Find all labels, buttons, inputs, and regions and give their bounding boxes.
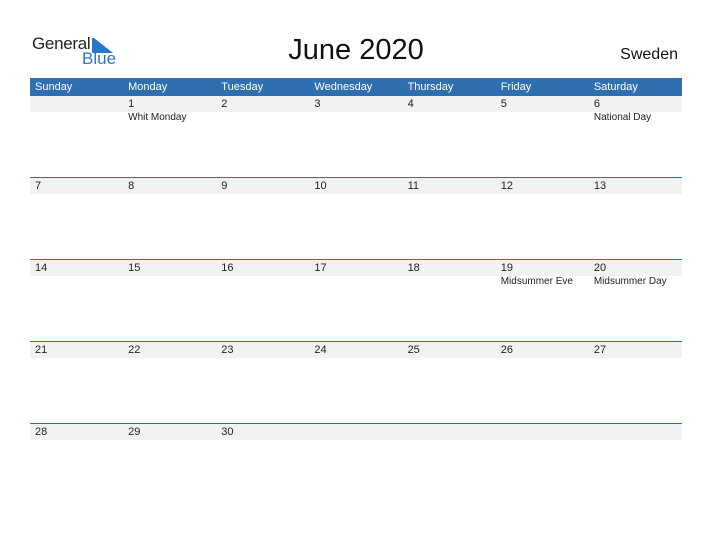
day-cell: 9: [216, 178, 309, 194]
day-cell: 8: [123, 178, 216, 194]
week-cells: 14 15 16 17 18 19 Midsummer Eve 20 Midsummer Day: [30, 260, 682, 287]
day-cell: 16: [216, 260, 309, 287]
day-number: 6: [593, 98, 600, 110]
weekday-saturday: Saturday: [593, 81, 638, 93]
day-number: 25: [407, 344, 420, 356]
day-cell: 1 Whit Monday: [123, 96, 216, 123]
week-row: 7 8 9 10 11 12 13: [30, 177, 682, 259]
day-cell: 7: [30, 178, 123, 194]
day-number: 18: [407, 262, 420, 274]
weekday-header: Sunday Monday Tuesday Wednesday Thursday…: [30, 78, 682, 96]
week-row: 21 22 23 24 25 26 27: [30, 341, 682, 423]
day-number: 23: [221, 344, 234, 356]
day-number: 2: [221, 98, 228, 110]
day-number: 1: [128, 98, 135, 110]
weekday-tuesday: Tuesday: [221, 81, 264, 93]
day-cell: 23: [216, 342, 309, 358]
day-number: 15: [128, 262, 141, 274]
day-number: 10: [314, 180, 327, 192]
day-cell: 17: [309, 260, 402, 287]
calendar-grid: Sunday Monday Tuesday Wednesday Thursday…: [30, 78, 682, 505]
day-cell: [403, 424, 496, 440]
weeks-container: 1 Whit Monday 2 3 4 5 6 National Day 7 8 9 10 11 12 13…: [30, 96, 682, 505]
day-number: 24: [314, 344, 327, 356]
day-cell: 11: [403, 178, 496, 194]
day-number: 13: [593, 180, 607, 192]
week-row: 1 Whit Monday 2 3 4 5 6 National Day: [30, 96, 682, 177]
day-number: 8: [128, 180, 135, 192]
day-cell: 2: [216, 96, 309, 123]
day-cell: 28: [30, 424, 123, 440]
week-cells: 28 29 30: [30, 424, 682, 440]
calendar-title: June 2020: [288, 34, 424, 66]
week-row: 28 29 30: [30, 423, 682, 505]
day-cell: 24: [309, 342, 402, 358]
day-cell: [309, 424, 402, 440]
day-number: [501, 424, 589, 440]
day-cell: 12: [496, 178, 589, 194]
day-number: 22: [128, 344, 141, 356]
day-number: [314, 424, 402, 440]
day-number: 30: [221, 426, 234, 438]
day-number: 26: [500, 344, 513, 356]
day-number: 28: [35, 426, 48, 438]
day-number: 9: [221, 180, 228, 192]
day-cell: 18: [403, 260, 496, 287]
day-number: [408, 424, 496, 440]
day-number: 5: [500, 98, 507, 110]
day-cell: 29: [123, 424, 216, 440]
day-cell: [589, 424, 682, 440]
holiday-label: National Day: [593, 112, 652, 123]
day-cell: 13: [589, 178, 682, 194]
holiday-label: Whit Monday: [128, 112, 187, 123]
day-cell: 20 Midsummer Day: [589, 260, 682, 287]
day-number: 16: [221, 262, 234, 274]
day-cell: 22: [123, 342, 216, 358]
weekday-thursday: Thursday: [407, 81, 454, 93]
week-row: 14 15 16 17 18 19 Midsummer Eve 20 Midsummer Day: [30, 259, 682, 341]
day-number: 27: [593, 344, 607, 356]
holiday-label: Midsummer Day: [593, 276, 667, 287]
weekday-sunday: Sunday: [35, 81, 73, 93]
day-cell: 26: [496, 342, 589, 358]
day-number: [594, 424, 682, 440]
day-cell: 5: [496, 96, 589, 123]
day-cell: 10: [309, 178, 402, 194]
weekday-wednesday: Wednesday: [314, 81, 373, 93]
day-number: 11: [407, 180, 419, 192]
day-cell: 21: [30, 342, 123, 358]
weekday-friday: Friday: [500, 81, 532, 93]
day-cell: 27: [589, 342, 682, 358]
day-number: 29: [128, 426, 141, 438]
day-cell: 25: [403, 342, 496, 358]
day-cell: 4: [403, 96, 496, 123]
day-number: 19: [500, 262, 513, 274]
day-cell: [496, 424, 589, 440]
day-number: 4: [407, 98, 414, 110]
weekday-monday: Monday: [128, 81, 168, 93]
day-number: 3: [314, 98, 321, 110]
day-number: 7: [35, 180, 42, 192]
day-cell: 30: [216, 424, 309, 440]
week-cells: 7 8 9 10 11 12 13: [30, 178, 682, 194]
holiday-label: Midsummer Eve: [500, 276, 573, 287]
day-cell: 14: [30, 260, 123, 287]
week-cells: 21 22 23 24 25 26 27: [30, 342, 682, 358]
day-number: 21: [35, 344, 48, 356]
day-cell: 3: [309, 96, 402, 123]
day-cell: 19 Midsummer Eve: [496, 260, 589, 287]
day-number: 17: [314, 262, 327, 274]
day-cell: 15: [123, 260, 216, 287]
day-number: 20: [593, 262, 607, 274]
day-number: 12: [500, 180, 513, 192]
day-cell: 6 National Day: [589, 96, 682, 123]
day-number: [35, 96, 123, 112]
week-cells: 1 Whit Monday 2 3 4 5 6 National Day: [30, 96, 682, 123]
day-cell: [30, 96, 123, 123]
day-number: 14: [35, 262, 48, 274]
country-label: Sweden: [620, 46, 678, 63]
